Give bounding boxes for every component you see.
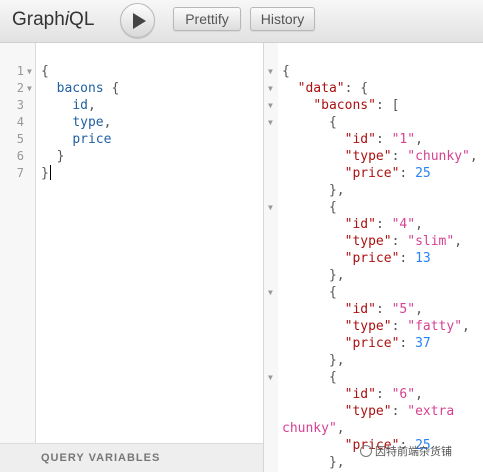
line-number: 2: [16, 81, 24, 95]
editor-line[interactable]: 1 ▼ {: [0, 63, 264, 80]
history-button[interactable]: History: [250, 7, 315, 31]
json-text: },: [328, 268, 345, 283]
line-number: 7: [16, 166, 24, 180]
code-text: }: [41, 165, 51, 181]
code-text: price: [72, 132, 112, 147]
wechat-icon: [360, 445, 372, 457]
json-text: chunky",: [282, 421, 345, 436]
fold-arrow-icon[interactable]: ▼: [268, 80, 273, 97]
line-number: 1: [16, 64, 24, 78]
json-text: "data": {: [297, 81, 369, 96]
execute-query-button[interactable]: [120, 3, 155, 38]
json-text: {: [282, 64, 290, 79]
code-text: }: [41, 149, 65, 164]
json-text: {: [328, 285, 337, 300]
json-text: "type": "extra: [344, 404, 455, 419]
result-line: ▼ "data": {: [264, 80, 483, 97]
query-variables-bar[interactable]: QUERY VARIABLES: [0, 443, 263, 472]
code-text: id,: [72, 98, 96, 113]
code-text: {: [41, 64, 49, 79]
editor-line[interactable]: 7}: [0, 165, 264, 182]
json-text: "price": 25: [344, 166, 431, 181]
editor-line[interactable]: 5 price: [0, 131, 264, 148]
json-text: "type": "slim",: [344, 234, 463, 249]
query-editor[interactable]: 1 ▼{2 ▼ bacons {3 id, 4 type, 5 price 6 } 7} Q…: [0, 43, 264, 472]
json-text: "price": 37: [344, 336, 431, 351]
result-line: },: [264, 267, 483, 284]
fold-arrow-icon[interactable]: ▼: [268, 97, 273, 114]
watermark: 因特前端杂货铺: [360, 443, 452, 459]
fold-arrow-icon[interactable]: ▼: [268, 63, 273, 80]
result-line: },: [264, 352, 483, 369]
json-text: "id": "6",: [344, 387, 423, 402]
json-text: "id": "5",: [344, 302, 423, 317]
json-text: },: [328, 455, 345, 470]
fold-arrow-icon[interactable]: ▼: [27, 80, 32, 97]
result-line: ▼{: [264, 63, 483, 80]
editor-line[interactable]: 3 id,: [0, 97, 264, 114]
result-line: "price": 37: [264, 335, 483, 352]
line-number: 4: [16, 115, 24, 129]
code-text: bacons {: [56, 81, 120, 96]
json-text: "bacons": [: [313, 98, 400, 113]
line-number: 3: [16, 98, 24, 112]
result-line: "id": "6",: [264, 386, 483, 403]
line-number: 5: [16, 132, 24, 146]
json-text: "type": "chunky",: [344, 149, 478, 164]
editor-line[interactable]: 4 type,: [0, 114, 264, 131]
result-line: "type": "slim",: [264, 233, 483, 250]
prettify-button[interactable]: Prettify: [173, 7, 241, 31]
result-line: },: [264, 182, 483, 199]
result-line: ▼{: [264, 199, 483, 216]
fold-arrow-icon[interactable]: ▼: [268, 369, 273, 386]
result-line: "price": 25: [264, 165, 483, 182]
editor-line[interactable]: 2 ▼ bacons {: [0, 80, 264, 97]
result-line: chunky",: [264, 420, 483, 437]
result-line: "id": "5",: [264, 301, 483, 318]
result-line: ▼ "bacons": [: [264, 97, 483, 114]
play-icon: [133, 13, 146, 29]
result-line: ▼{: [264, 369, 483, 386]
result-line: "id": "4",: [264, 216, 483, 233]
json-text: {: [328, 370, 337, 385]
result-line: "id": "1",: [264, 131, 483, 148]
json-text: },: [328, 183, 345, 198]
json-text: "id": "4",: [344, 217, 423, 232]
json-text: },: [328, 353, 345, 368]
result-line: "type": "fatty",: [264, 318, 483, 335]
query-variables-label: QUERY VARIABLES: [41, 452, 161, 464]
code-text: type,: [72, 115, 112, 130]
result-line: "type": "chunky",: [264, 148, 483, 165]
result-line: ▼{: [264, 284, 483, 301]
line-number: 6: [16, 149, 24, 163]
result-line: "type": "extra: [264, 403, 483, 420]
result-line: "price": 13: [264, 250, 483, 267]
fold-arrow-icon[interactable]: ▼: [268, 114, 273, 131]
json-text: {: [328, 115, 337, 130]
fold-arrow-icon[interactable]: ▼: [268, 199, 273, 216]
json-text: "id": "1",: [344, 132, 423, 147]
json-text: "price": 13: [344, 251, 431, 266]
fold-arrow-icon[interactable]: ▼: [268, 284, 273, 301]
json-text: "type": "fatty",: [344, 319, 470, 334]
toolbar: GraphiQL Prettify History: [0, 0, 483, 43]
editor-line[interactable]: 6 }: [0, 148, 264, 165]
result-line: ▼{: [264, 114, 483, 131]
text-cursor: [49, 165, 51, 180]
graphiql-logo: GraphiQL: [12, 9, 95, 30]
json-text: {: [328, 200, 337, 215]
fold-arrow-icon[interactable]: ▼: [27, 63, 32, 80]
result-viewer: ▼{▼ "data": {▼ "bacons": [▼{"id": "1", "typ…: [264, 43, 483, 472]
